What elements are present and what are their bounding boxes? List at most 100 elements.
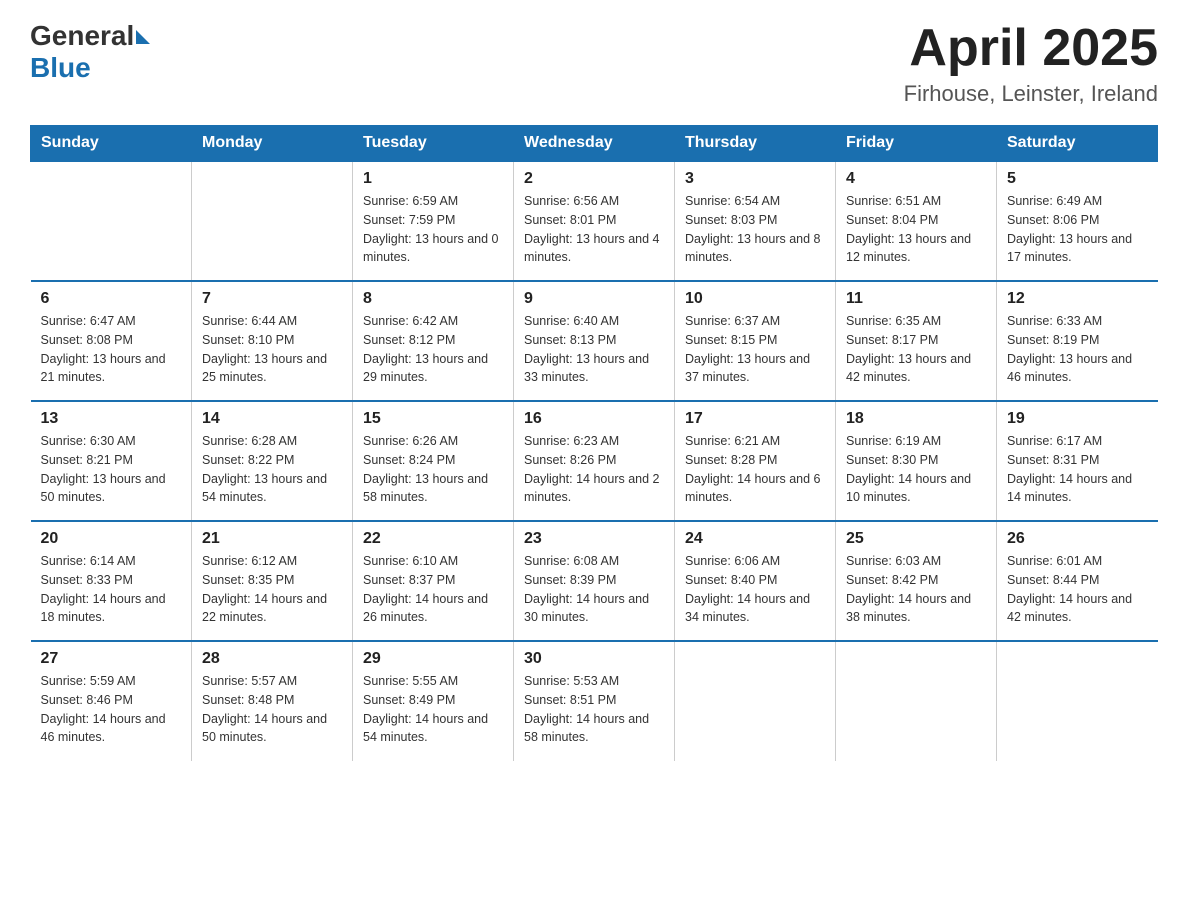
sunrise-text: Sunrise: 6:40 AM xyxy=(524,312,664,331)
day-info: Sunrise: 6:12 AMSunset: 8:35 PMDaylight:… xyxy=(202,552,342,627)
day-number: 10 xyxy=(685,290,825,308)
calendar-cell: 26Sunrise: 6:01 AMSunset: 8:44 PMDayligh… xyxy=(997,521,1158,641)
day-info: Sunrise: 6:19 AMSunset: 8:30 PMDaylight:… xyxy=(846,432,986,507)
day-number: 4 xyxy=(846,170,986,188)
sunrise-text: Sunrise: 6:35 AM xyxy=(846,312,986,331)
day-number: 25 xyxy=(846,530,986,548)
sunset-text: Sunset: 8:10 PM xyxy=(202,331,342,350)
day-info: Sunrise: 6:42 AMSunset: 8:12 PMDaylight:… xyxy=(363,312,503,387)
daylight-text: Daylight: 13 hours and 12 minutes. xyxy=(846,230,986,268)
day-info: Sunrise: 6:33 AMSunset: 8:19 PMDaylight:… xyxy=(1007,312,1148,387)
day-number: 23 xyxy=(524,530,664,548)
calendar-cell: 21Sunrise: 6:12 AMSunset: 8:35 PMDayligh… xyxy=(192,521,353,641)
sunset-text: Sunset: 8:30 PM xyxy=(846,451,986,470)
sunset-text: Sunset: 8:44 PM xyxy=(1007,571,1148,590)
day-info: Sunrise: 6:17 AMSunset: 8:31 PMDaylight:… xyxy=(1007,432,1148,507)
day-number: 14 xyxy=(202,410,342,428)
day-number: 9 xyxy=(524,290,664,308)
sunset-text: Sunset: 8:33 PM xyxy=(41,571,182,590)
calendar-header-row: SundayMondayTuesdayWednesdayThursdayFrid… xyxy=(31,126,1158,162)
daylight-text: Daylight: 13 hours and 46 minutes. xyxy=(1007,350,1148,388)
daylight-text: Daylight: 13 hours and 21 minutes. xyxy=(41,350,182,388)
day-number: 7 xyxy=(202,290,342,308)
day-info: Sunrise: 6:28 AMSunset: 8:22 PMDaylight:… xyxy=(202,432,342,507)
sunrise-text: Sunrise: 5:57 AM xyxy=(202,672,342,691)
logo: General Blue xyxy=(30,20,150,84)
calendar-header-thursday: Thursday xyxy=(675,126,836,162)
day-number: 11 xyxy=(846,290,986,308)
sunrise-text: Sunrise: 5:53 AM xyxy=(524,672,664,691)
calendar-cell: 18Sunrise: 6:19 AMSunset: 8:30 PMDayligh… xyxy=(836,401,997,521)
calendar-week-row: 6Sunrise: 6:47 AMSunset: 8:08 PMDaylight… xyxy=(31,281,1158,401)
sunrise-text: Sunrise: 6:51 AM xyxy=(846,192,986,211)
day-info: Sunrise: 6:49 AMSunset: 8:06 PMDaylight:… xyxy=(1007,192,1148,267)
day-number: 17 xyxy=(685,410,825,428)
calendar-header-friday: Friday xyxy=(836,126,997,162)
day-info: Sunrise: 6:03 AMSunset: 8:42 PMDaylight:… xyxy=(846,552,986,627)
calendar-cell: 28Sunrise: 5:57 AMSunset: 8:48 PMDayligh… xyxy=(192,641,353,761)
day-number: 24 xyxy=(685,530,825,548)
day-info: Sunrise: 5:59 AMSunset: 8:46 PMDaylight:… xyxy=(41,672,182,747)
sunset-text: Sunset: 8:19 PM xyxy=(1007,331,1148,350)
calendar-cell: 7 Sunrise: 6:44 AMSunset: 8:10 PMDaylight… xyxy=(192,281,353,401)
day-number: 13 xyxy=(41,410,182,428)
sunset-text: Sunset: 8:08 PM xyxy=(41,331,182,350)
calendar-header-monday: Monday xyxy=(192,126,353,162)
sunset-text: Sunset: 8:24 PM xyxy=(363,451,503,470)
calendar-cell: 1Sunrise: 6:59 AMSunset: 7:59 PMDaylight… xyxy=(353,161,514,281)
daylight-text: Daylight: 13 hours and 29 minutes. xyxy=(363,350,503,388)
calendar-header-wednesday: Wednesday xyxy=(514,126,675,162)
sunset-text: Sunset: 8:17 PM xyxy=(846,331,986,350)
day-number: 5 xyxy=(1007,170,1148,188)
calendar-cell: 23Sunrise: 6:08 AMSunset: 8:39 PMDayligh… xyxy=(514,521,675,641)
sunset-text: Sunset: 8:21 PM xyxy=(41,451,182,470)
sunrise-text: Sunrise: 6:30 AM xyxy=(41,432,182,451)
sunrise-text: Sunrise: 6:54 AM xyxy=(685,192,825,211)
day-info: Sunrise: 6:35 AMSunset: 8:17 PMDaylight:… xyxy=(846,312,986,387)
day-number: 19 xyxy=(1007,410,1148,428)
day-info: Sunrise: 6:23 AMSunset: 8:26 PMDaylight:… xyxy=(524,432,664,507)
day-number: 15 xyxy=(363,410,503,428)
calendar-table: SundayMondayTuesdayWednesdayThursdayFrid… xyxy=(30,125,1158,761)
sunrise-text: Sunrise: 6:33 AM xyxy=(1007,312,1148,331)
calendar-cell: 16Sunrise: 6:23 AMSunset: 8:26 PMDayligh… xyxy=(514,401,675,521)
daylight-text: Daylight: 14 hours and 14 minutes. xyxy=(1007,470,1148,508)
day-number: 22 xyxy=(363,530,503,548)
sunrise-text: Sunrise: 5:59 AM xyxy=(41,672,182,691)
daylight-text: Daylight: 14 hours and 2 minutes. xyxy=(524,470,664,508)
calendar-cell xyxy=(675,641,836,761)
calendar-cell: 3Sunrise: 6:54 AMSunset: 8:03 PMDaylight… xyxy=(675,161,836,281)
sunrise-text: Sunrise: 6:47 AM xyxy=(41,312,182,331)
daylight-text: Daylight: 14 hours and 10 minutes. xyxy=(846,470,986,508)
day-info: Sunrise: 5:57 AMSunset: 8:48 PMDaylight:… xyxy=(202,672,342,747)
daylight-text: Daylight: 14 hours and 54 minutes. xyxy=(363,710,503,748)
logo-general-text: General xyxy=(30,20,134,52)
sunrise-text: Sunrise: 6:06 AM xyxy=(685,552,825,571)
calendar-cell: 24Sunrise: 6:06 AMSunset: 8:40 PMDayligh… xyxy=(675,521,836,641)
calendar-cell xyxy=(997,641,1158,761)
sunrise-text: Sunrise: 6:28 AM xyxy=(202,432,342,451)
calendar-cell: 10Sunrise: 6:37 AMSunset: 8:15 PMDayligh… xyxy=(675,281,836,401)
calendar-cell: 12Sunrise: 6:33 AMSunset: 8:19 PMDayligh… xyxy=(997,281,1158,401)
calendar-cell xyxy=(31,161,192,281)
calendar-cell: 5 Sunrise: 6:49 AMSunset: 8:06 PMDaylight… xyxy=(997,161,1158,281)
day-info: Sunrise: 6:44 AMSunset: 8:10 PMDaylight:… xyxy=(202,312,342,387)
sunrise-text: Sunrise: 6:19 AM xyxy=(846,432,986,451)
calendar-header-saturday: Saturday xyxy=(997,126,1158,162)
calendar-cell: 8Sunrise: 6:42 AMSunset: 8:12 PMDaylight… xyxy=(353,281,514,401)
sunset-text: Sunset: 8:13 PM xyxy=(524,331,664,350)
daylight-text: Daylight: 14 hours and 34 minutes. xyxy=(685,590,825,628)
sunset-text: Sunset: 8:04 PM xyxy=(846,211,986,230)
daylight-text: Daylight: 14 hours and 38 minutes. xyxy=(846,590,986,628)
day-info: Sunrise: 6:30 AMSunset: 8:21 PMDaylight:… xyxy=(41,432,182,507)
calendar-week-row: 1Sunrise: 6:59 AMSunset: 7:59 PMDaylight… xyxy=(31,161,1158,281)
daylight-text: Daylight: 13 hours and 37 minutes. xyxy=(685,350,825,388)
calendar-cell: 11 Sunrise: 6:35 AMSunset: 8:17 PMDayligh… xyxy=(836,281,997,401)
sunset-text: Sunset: 8:51 PM xyxy=(524,691,664,710)
daylight-text: Daylight: 14 hours and 22 minutes. xyxy=(202,590,342,628)
daylight-text: Daylight: 13 hours and 58 minutes. xyxy=(363,470,503,508)
day-number: 29 xyxy=(363,650,503,668)
sunrise-text: Sunrise: 5:55 AM xyxy=(363,672,503,691)
calendar-cell: 30Sunrise: 5:53 AMSunset: 8:51 PMDayligh… xyxy=(514,641,675,761)
calendar-cell: 27Sunrise: 5:59 AMSunset: 8:46 PMDayligh… xyxy=(31,641,192,761)
